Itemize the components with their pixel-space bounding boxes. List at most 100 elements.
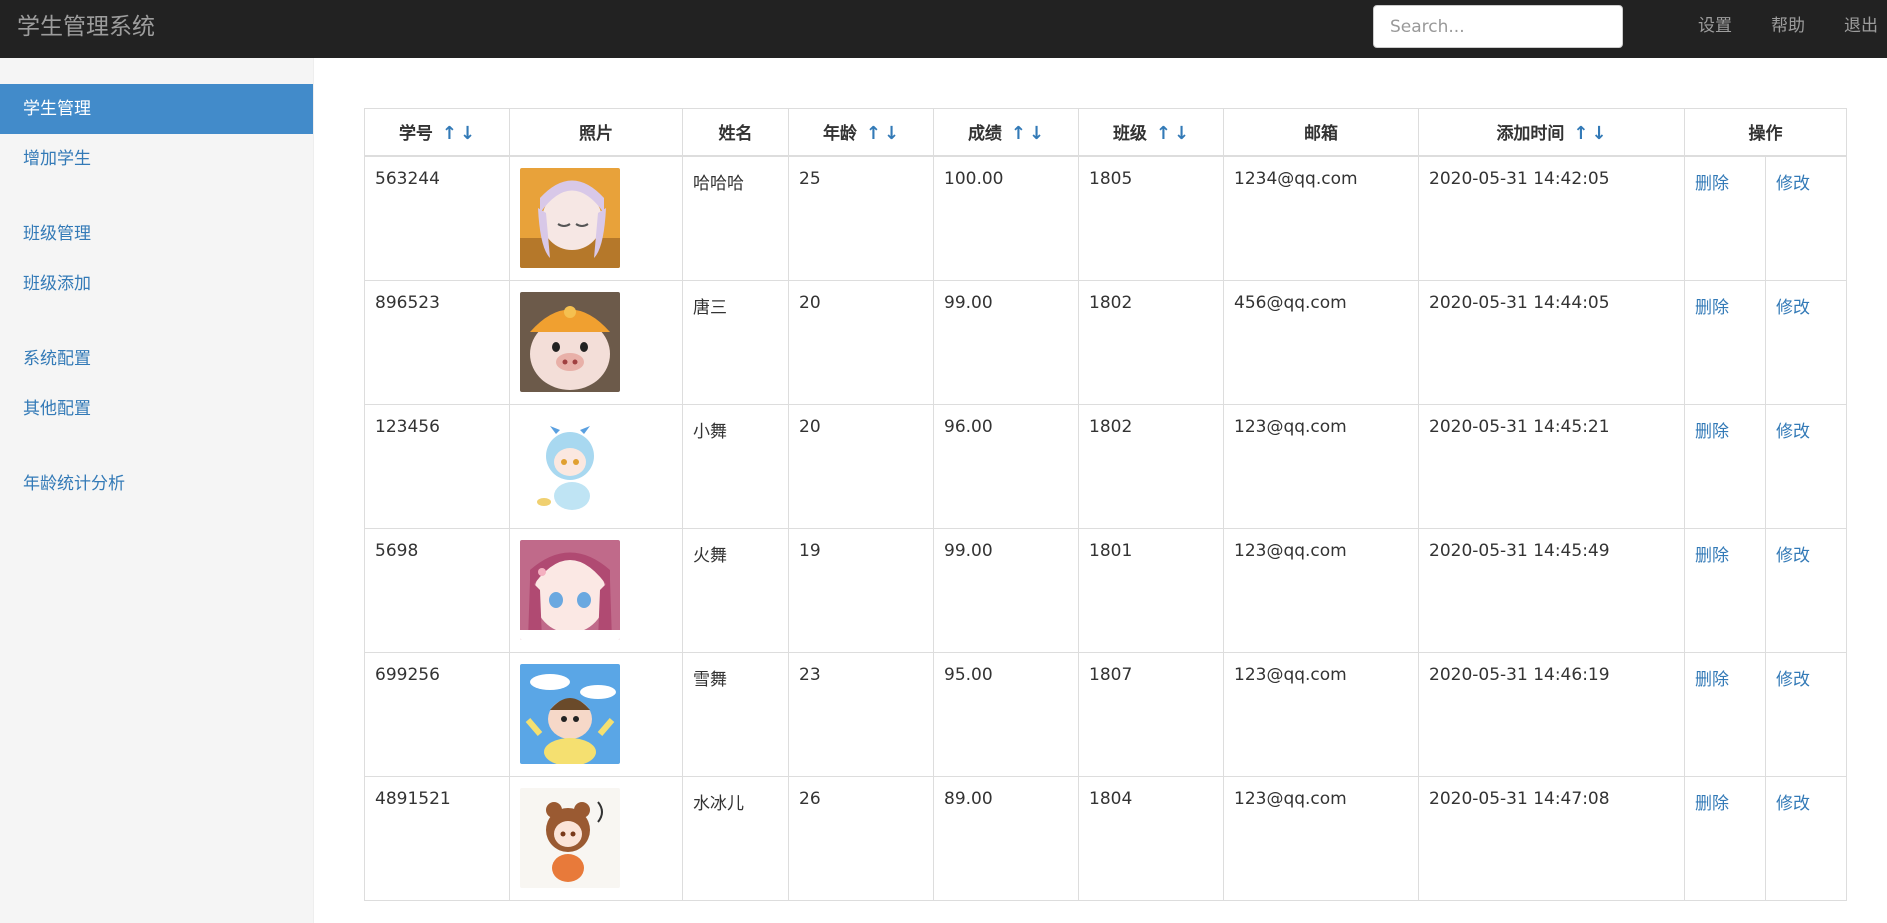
edit-button[interactable]: 修改 [1776,546,1810,566]
header-added-time: 添加时间 ↑ ↓ [1418,108,1685,157]
cell-name: 火舞 [682,527,789,653]
sort-asc-icon[interactable]: ↑ [442,123,457,144]
cell-added-time-text: 2020-05-31 14:42:05 [1429,168,1610,189]
cell-name-text: 雪舞 [693,669,727,690]
cell-class: 1805 [1078,155,1224,281]
cell-score: 96.00 [933,403,1079,529]
cell-age-text: 20 [799,292,821,313]
edit-button[interactable]: 修改 [1776,794,1810,814]
sidebar-item-add-class[interactable]: 班级添加 [0,259,313,309]
cell-class-text: 1801 [1089,540,1133,561]
cell-age-text: 25 [799,168,821,189]
cell-name: 唐三 [682,279,789,405]
delete-button[interactable]: 删除 [1695,670,1729,690]
search-input[interactable] [1373,5,1623,48]
cell-delete: 删除 [1684,403,1766,529]
student-photo [520,167,672,268]
nav-logout-link[interactable]: 退出 [1844,14,1878,38]
cell-age-text: 19 [799,540,821,561]
cell-edit: 修改 [1765,279,1847,405]
cell-edit: 修改 [1765,527,1847,653]
header-email: 邮箱 [1223,108,1419,157]
delete-button[interactable]: 删除 [1695,794,1729,814]
sidebar-item-student-management[interactable]: 学生管理 [0,84,313,134]
cell-score-text: 89.00 [944,788,993,809]
cell-edit: 修改 [1765,651,1847,777]
cell-student-id: 563244 [364,155,510,281]
sidebar-item-class-management[interactable]: 班级管理 [0,209,313,259]
header-label: 添加时间 [1496,124,1565,145]
cell-edit: 修改 [1765,775,1847,901]
cell-email-text: 123@qq.com [1234,416,1347,437]
cell-student-id-text: 5698 [375,540,419,561]
cell-name-text: 小舞 [693,421,727,442]
sidebar-item-add-student[interactable]: 增加学生 [0,134,313,184]
delete-button[interactable]: 删除 [1695,422,1729,442]
table-row: 563244 哈哈哈 25 100.00 1805 1234@qq.com 2020-05-… [364,155,1847,281]
student-photo [520,415,672,516]
cell-email: 123@qq.com [1223,651,1419,777]
delete-button[interactable]: 删除 [1695,298,1729,318]
cell-email: 123@qq.com [1223,403,1419,529]
sort-desc-icon[interactable]: ↓ [460,123,475,144]
cell-name: 雪舞 [682,651,789,777]
cell-name-text: 哈哈哈 [693,173,744,194]
edit-button[interactable]: 修改 [1776,298,1810,318]
delete-button[interactable]: 删除 [1695,174,1729,194]
cell-student-id-text: 896523 [375,292,440,313]
table-row: 4891521 水冰儿 26 89.00 1804 123@qq.com 2020-05-3… [364,775,1847,901]
cell-photo [509,775,683,901]
sidebar-item-other-config[interactable]: 其他配置 [0,384,313,434]
sort-asc-icon[interactable]: ↑ [1011,123,1026,144]
nav-settings-link[interactable]: 设置 [1698,14,1732,38]
header-label: 姓名 [718,124,753,145]
sort-desc-icon[interactable]: ↓ [884,123,899,144]
app-brand[interactable]: 学生管理系统 [17,12,155,42]
sidebar-item-system-config[interactable]: 系统配置 [0,334,313,384]
cell-score-text: 96.00 [944,416,993,437]
edit-button[interactable]: 修改 [1776,670,1810,690]
sort-desc-icon[interactable]: ↓ [1591,123,1606,144]
edit-button[interactable]: 修改 [1776,174,1810,194]
cell-student-id: 5698 [364,527,510,653]
cell-student-id-text: 699256 [375,664,440,685]
cell-photo [509,279,683,405]
cell-added-time-text: 2020-05-31 14:44:05 [1429,292,1610,313]
cell-added-time-text: 2020-05-31 14:45:21 [1429,416,1610,437]
delete-button[interactable]: 删除 [1695,546,1729,566]
cell-email: 1234@qq.com [1223,155,1419,281]
cell-score-text: 99.00 [944,292,993,313]
cell-name-text: 火舞 [693,545,727,566]
edit-button[interactable]: 修改 [1776,422,1810,442]
header-label: 班级 [1112,124,1147,145]
cell-name: 水冰儿 [682,775,789,901]
nav-help-link[interactable]: 帮助 [1771,14,1805,38]
cell-email-text: 123@qq.com [1234,664,1347,685]
cell-email-text: 456@qq.com [1234,292,1347,313]
sidebar-item-age-statistics[interactable]: 年龄统计分析 [0,459,313,509]
sort-asc-icon[interactable]: ↑ [1573,123,1588,144]
cell-edit: 修改 [1765,155,1847,281]
cell-student-id-text: 563244 [375,168,440,189]
cell-score: 95.00 [933,651,1079,777]
header-label: 学号 [398,124,433,145]
cell-class: 1804 [1078,775,1224,901]
cell-added-time: 2020-05-31 14:47:08 [1418,775,1685,901]
sort-asc-icon[interactable]: ↑ [1156,123,1171,144]
header-photo: 照片 [509,108,683,157]
cell-class: 1802 [1078,279,1224,405]
cell-photo [509,403,683,529]
sort-asc-icon[interactable]: ↑ [866,123,881,144]
cell-class-text: 1807 [1089,664,1133,685]
header-label: 成绩 [967,124,1002,145]
cell-email: 123@qq.com [1223,775,1419,901]
top-navbar: 学生管理系统 设置 帮助 退出 [0,0,1887,58]
sort-desc-icon[interactable]: ↓ [1029,123,1044,144]
cell-age-text: 26 [799,788,821,809]
cell-email-text: 123@qq.com [1234,788,1347,809]
cell-student-id-text: 123456 [375,416,440,437]
table-row: 896523 唐三 20 99.00 1802 456@qq.com 2020-05-31 … [364,279,1847,405]
cell-email: 456@qq.com [1223,279,1419,405]
sort-desc-icon[interactable]: ↓ [1174,123,1189,144]
cell-student-id: 123456 [364,403,510,529]
